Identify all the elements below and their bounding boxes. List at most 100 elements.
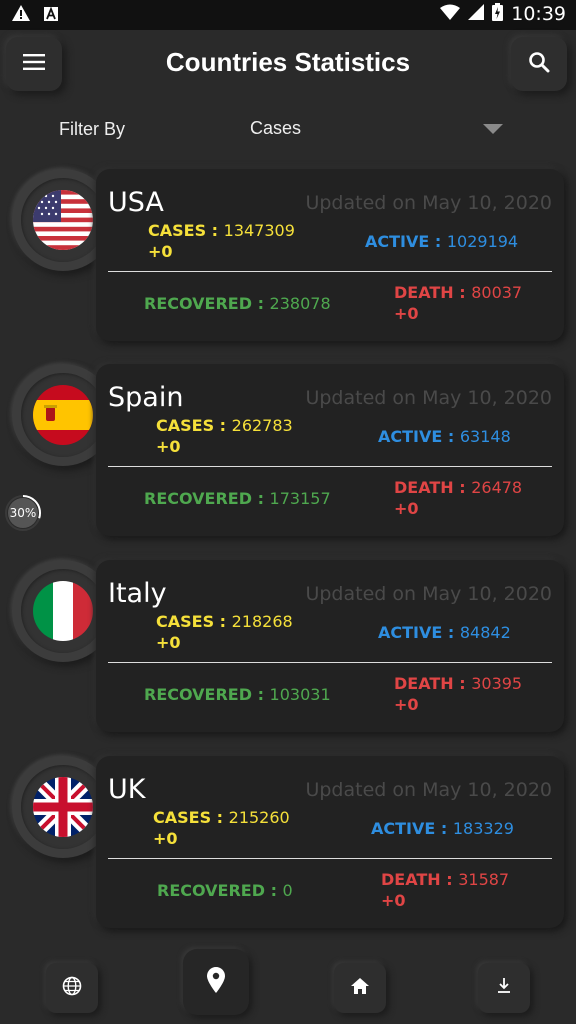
death-delta: +0	[394, 499, 419, 518]
card-divider	[108, 466, 552, 467]
nav-download-button[interactable]	[478, 963, 530, 1013]
search-button[interactable]	[511, 37, 567, 91]
recovered-stat: RECOVERED : 173157	[144, 488, 331, 509]
battery-charging-icon	[492, 3, 504, 25]
updated-date: Updated on May 10, 2020	[305, 583, 552, 605]
progress-text: 30%	[9, 506, 37, 520]
cases-label: CASES :	[156, 416, 232, 435]
country-name: Italy	[108, 578, 167, 609]
location-pin-icon	[207, 967, 225, 997]
recovered-value: 103031	[269, 685, 331, 704]
wifi-icon	[440, 4, 461, 24]
cases-label: CASES :	[148, 221, 224, 240]
cases-delta: +0	[156, 437, 181, 456]
recovered-value: 0	[282, 881, 293, 900]
active-label: ACTIVE :	[378, 623, 460, 642]
cases-stat: CASES : 262783 +0	[156, 415, 293, 457]
cases-delta: +0	[148, 242, 173, 261]
globe-icon	[62, 976, 82, 1000]
card-divider	[108, 662, 552, 663]
updated-date: Updated on May 10, 2020	[305, 779, 552, 801]
country-card-italy[interactable]: Italy Updated on May 10, 2020 CASES : 21…	[96, 560, 564, 732]
recovered-label: RECOVERED :	[144, 685, 270, 704]
cases-delta: +0	[156, 633, 181, 652]
active-label: ACTIVE :	[371, 819, 453, 838]
cases-label: CASES :	[153, 808, 229, 827]
cases-stat: CASES : 215260 +0	[153, 807, 290, 849]
nav-globe-button[interactable]	[46, 963, 98, 1013]
country-name: USA	[108, 187, 164, 218]
filter-selected-value: Cases	[250, 118, 302, 138]
recovered-label: RECOVERED :	[144, 294, 270, 313]
death-value: 80037	[471, 283, 523, 302]
death-stat: DEATH : 30395 +0	[394, 673, 522, 715]
death-delta: +0	[394, 695, 419, 714]
chevron-down-icon	[483, 124, 503, 134]
filter-dropdown[interactable]: Cases	[248, 116, 508, 146]
clock: 10:39	[511, 3, 566, 25]
death-value: 30395	[471, 674, 523, 693]
cases-delta: +0	[153, 829, 178, 848]
card-divider	[108, 271, 552, 272]
download-icon	[497, 978, 511, 998]
recovered-label: RECOVERED :	[157, 881, 283, 900]
death-stat: DEATH : 26478 +0	[394, 477, 522, 519]
cases-stat: CASES : 218268 +0	[156, 611, 293, 653]
italy-flag-icon	[33, 581, 93, 641]
warning-icon	[12, 5, 30, 25]
active-stat: ACTIVE : 84842	[378, 622, 511, 643]
active-label: ACTIVE :	[378, 427, 460, 446]
cases-value: 218268	[231, 612, 293, 631]
country-card-uk[interactable]: UK Updated on May 10, 2020 CASES : 21526…	[96, 756, 564, 928]
active-stat: ACTIVE : 63148	[378, 426, 511, 447]
death-label: DEATH :	[381, 870, 459, 889]
active-value: 183329	[452, 819, 514, 838]
cases-value: 1347309	[223, 221, 295, 240]
signal-icon	[468, 4, 485, 24]
death-label: DEATH :	[394, 674, 472, 693]
cases-value: 215260	[228, 808, 290, 827]
recovered-value: 173157	[269, 489, 331, 508]
spain-flag-icon	[33, 385, 93, 445]
country-name: UK	[108, 774, 146, 805]
active-stat: ACTIVE : 183329	[371, 818, 514, 839]
home-icon	[351, 978, 369, 998]
death-delta: +0	[394, 304, 419, 323]
card-divider	[108, 858, 552, 859]
status-bar: 10:39	[0, 0, 576, 30]
uk-flag-icon	[33, 777, 93, 837]
cases-label: CASES :	[156, 612, 232, 631]
country-card-usa[interactable]: USA Updated on May 10, 2020 CASES : 1347…	[96, 169, 564, 341]
usa-flag-icon	[33, 190, 93, 250]
recovered-value: 238078	[269, 294, 331, 313]
death-value: 31587	[458, 870, 510, 889]
filter-label: Filter By	[59, 119, 126, 139]
cases-value: 262783	[231, 416, 293, 435]
active-label: ACTIVE :	[365, 232, 447, 251]
loading-progress-indicator: 30%	[4, 494, 42, 532]
country-name: Spain	[108, 382, 184, 413]
active-stat: ACTIVE : 1029194	[365, 231, 518, 252]
nav-location-button[interactable]	[183, 949, 249, 1015]
death-value: 26478	[471, 478, 523, 497]
recovered-stat: RECOVERED : 103031	[144, 684, 331, 705]
recovered-label: RECOVERED :	[144, 489, 270, 508]
search-icon	[528, 51, 550, 77]
country-card-spain[interactable]: Spain Updated on May 10, 2020 CASES : 26…	[96, 364, 564, 536]
death-stat: DEATH : 80037 +0	[394, 282, 522, 324]
nav-home-button[interactable]	[334, 963, 386, 1013]
recovered-stat: RECOVERED : 238078	[144, 293, 331, 314]
active-value: 63148	[459, 427, 511, 446]
a-notification-icon	[44, 6, 58, 25]
death-delta: +0	[381, 891, 406, 910]
updated-date: Updated on May 10, 2020	[305, 387, 552, 409]
cases-stat: CASES : 1347309 +0	[148, 220, 295, 262]
updated-date: Updated on May 10, 2020	[305, 192, 552, 214]
death-label: DEATH :	[394, 478, 472, 497]
death-label: DEATH :	[394, 283, 472, 302]
death-stat: DEATH : 31587 +0	[381, 869, 509, 911]
active-value: 1029194	[446, 232, 519, 251]
active-value: 84842	[459, 623, 511, 642]
page-title: Countries Statistics	[165, 47, 411, 77]
recovered-stat: RECOVERED : 0	[157, 880, 293, 901]
